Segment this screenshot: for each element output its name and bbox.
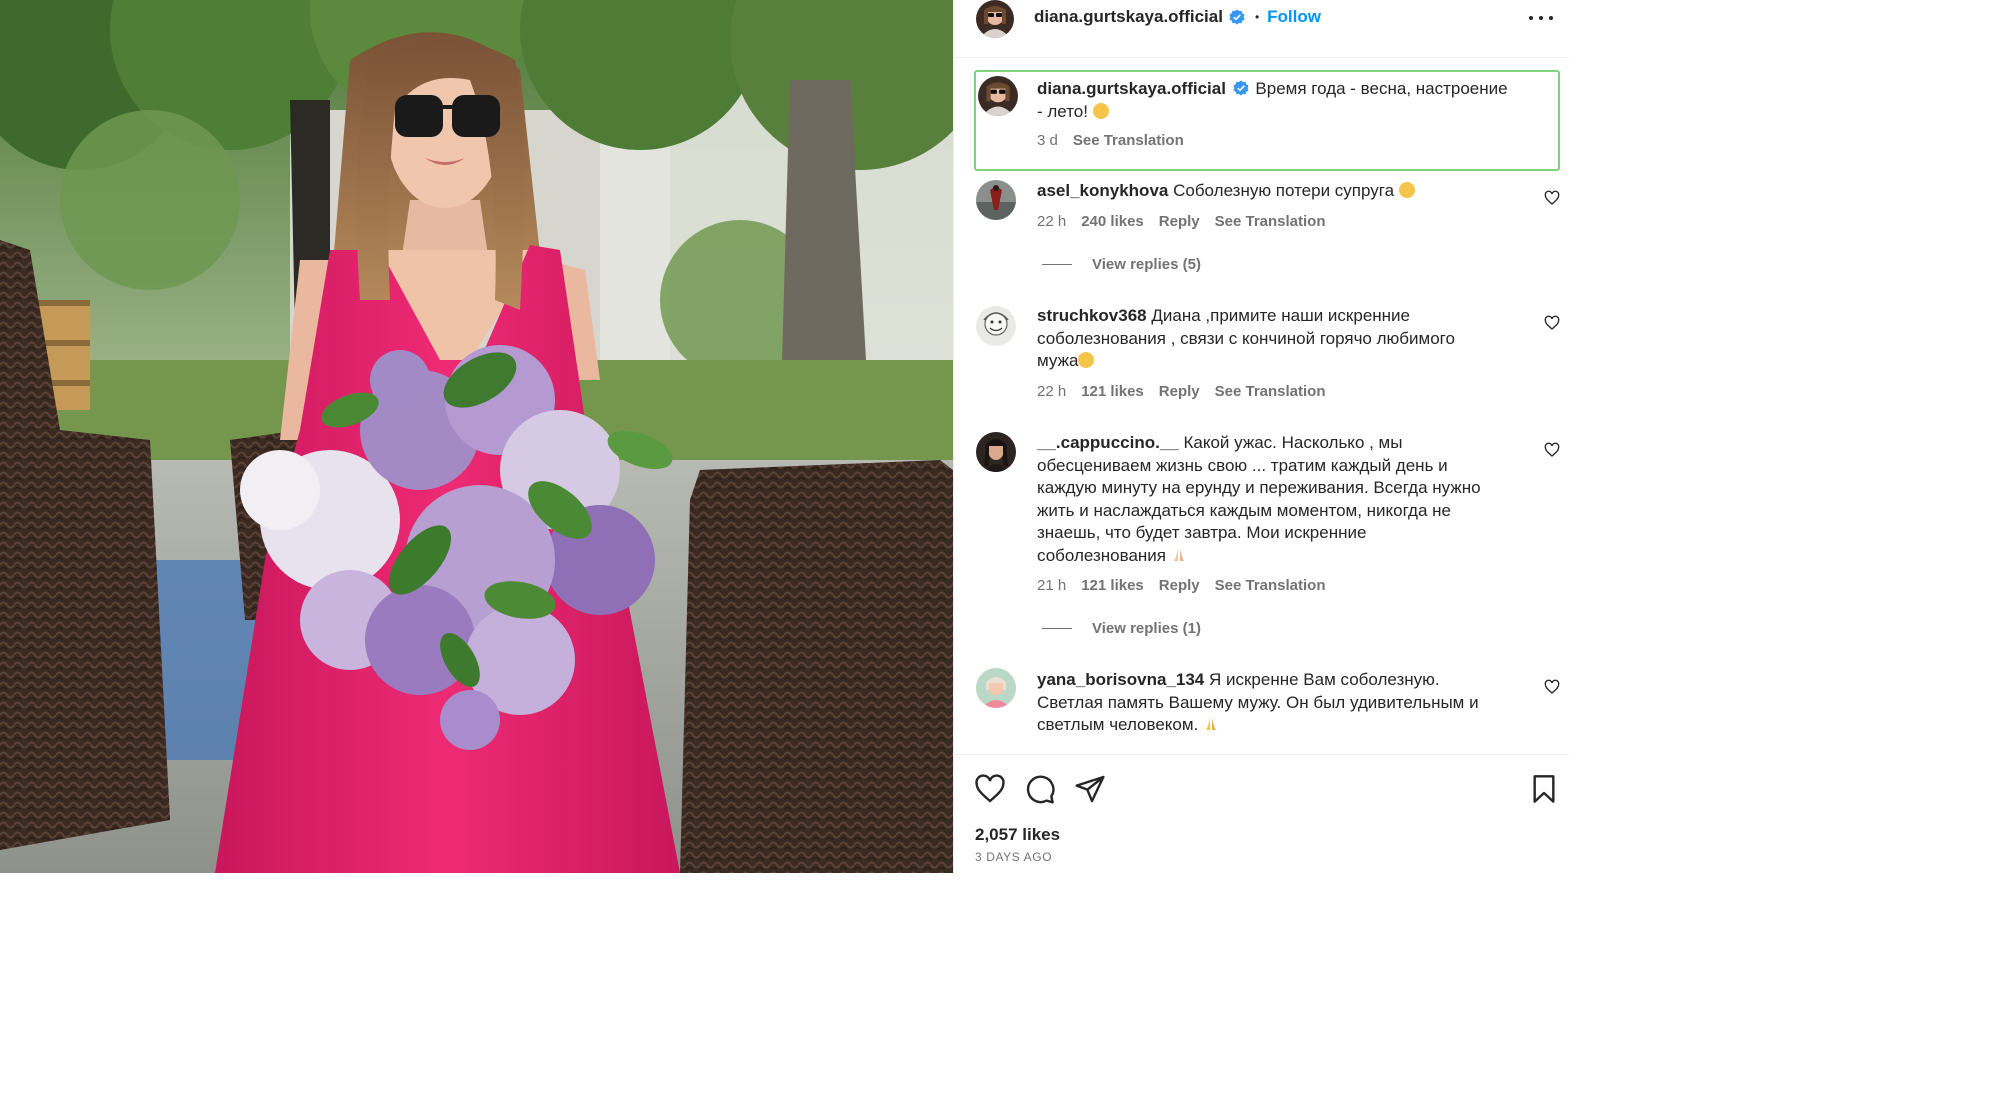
header-separator: •	[1254, 10, 1260, 24]
comment-text-line6: соболезнования	[1037, 545, 1166, 565]
comment-text-line3: светлым человеком.	[1037, 715, 1199, 734]
commenter-avatar[interactable]	[976, 306, 1016, 346]
follow-button[interactable]: Follow	[1267, 7, 1321, 27]
comment-text-line3: каждую минуту на ерунду и переживания. В…	[1037, 478, 1481, 497]
comment-time: 22 h	[1037, 383, 1067, 400]
praying-hands-emoji-icon	[1173, 548, 1184, 561]
commenter-username[interactable]: asel_konykhova	[1037, 181, 1168, 200]
commenter-avatar[interactable]	[976, 668, 1016, 708]
see-translation-button[interactable]: See Translation	[1215, 577, 1326, 594]
author-username[interactable]: diana.gurtskaya.official	[1034, 7, 1223, 27]
caption-see-translation[interactable]: See Translation	[1073, 132, 1184, 149]
comment-likes[interactable]: 121 likes	[1081, 383, 1144, 400]
commenter-username[interactable]: __.cappuccino.__	[1037, 433, 1179, 452]
caption-text-line1: Время года - весна, настроение	[1255, 79, 1508, 98]
verified-badge-icon	[1233, 80, 1249, 96]
see-translation-button[interactable]: See Translation	[1215, 213, 1326, 230]
praying-hands-emoji-icon	[1206, 718, 1217, 730]
comment-text: Соболезную потери супруга	[1173, 181, 1395, 200]
comment-text-line5: знаешь, что будет завтра. Мои искренние	[1037, 523, 1367, 542]
verified-badge-icon	[1229, 9, 1245, 25]
author-avatar[interactable]	[976, 0, 1014, 38]
reply-button[interactable]: Reply	[1159, 213, 1200, 230]
view-replies-button[interactable]: View replies (5)	[1092, 256, 1201, 273]
post-header: diana.gurtskaya.official • Follow	[954, 0, 1569, 58]
comment-likes[interactable]: 240 likes	[1081, 213, 1144, 230]
comment-time: 21 h	[1037, 577, 1067, 594]
post-date: 3 DAYS AGO	[975, 850, 1053, 864]
comment-text-line2: соболезнования , связи с кончиной горячо…	[1037, 328, 1455, 348]
comment-text-line1: Я искренне Вам соболезную.	[1209, 670, 1440, 689]
more-options-icon[interactable]	[1529, 10, 1553, 26]
comment-text-line2: обесцениваем жизнь свою ... тратим кажды…	[1037, 455, 1448, 475]
comment-icon[interactable]	[1024, 773, 1056, 805]
comment-text-line1: Диана ,примите наши искренние	[1151, 306, 1410, 325]
commenter-avatar[interactable]	[976, 180, 1016, 220]
likes-count[interactable]: 2,057 likes	[975, 825, 1060, 845]
comment-time: 22 h	[1037, 213, 1067, 230]
sad-emoji-icon	[1398, 182, 1415, 198]
comment-text-line3: мужа	[1037, 351, 1079, 370]
post-caption: diana.gurtskaya.official Время года - ве…	[974, 70, 1560, 171]
commenter-username[interactable]: yana_borisovna_134	[1037, 670, 1204, 689]
comment-text-line4: жить и наслаждаться каждым моментом, ник…	[1037, 500, 1452, 520]
comment-likes[interactable]: 121 likes	[1081, 577, 1144, 594]
comment-like-heart-icon[interactable]	[1544, 190, 1560, 206]
view-replies-button[interactable]: View replies (1)	[1092, 620, 1201, 637]
comment-like-heart-icon[interactable]	[1544, 315, 1560, 331]
commenter-avatar[interactable]	[976, 432, 1016, 472]
bookmark-icon[interactable]	[1528, 773, 1560, 805]
smile-emoji-icon	[1092, 102, 1109, 119]
comment-like-heart-icon[interactable]	[1544, 442, 1560, 458]
see-translation-button[interactable]: See Translation	[1215, 383, 1326, 400]
comment-like-heart-icon[interactable]	[1544, 679, 1560, 695]
caption-text-line2: - лето!	[1037, 101, 1088, 121]
reply-button[interactable]: Reply	[1159, 577, 1200, 594]
view-replies-line	[1042, 264, 1072, 265]
caption-username[interactable]: diana.gurtskaya.official	[1037, 79, 1226, 98]
caption-author-avatar[interactable]	[978, 76, 1018, 116]
comment-text-line2: Светлая память Вашему мужу. Он был удиви…	[1037, 692, 1479, 712]
heart-icon[interactable]	[974, 773, 1006, 805]
view-replies-line	[1042, 628, 1072, 629]
caption-time: 3 d	[1037, 132, 1058, 149]
commenter-username[interactable]: struchkov368	[1037, 306, 1147, 325]
reply-button[interactable]: Reply	[1159, 383, 1200, 400]
comment-text-line1: Какой ужас. Насколько , мы	[1183, 433, 1403, 452]
post-actions: 2,057 likes 3 DAYS AGO	[954, 754, 1569, 873]
post-side-panel: diana.gurtskaya.official • Follow diana.…	[953, 0, 1569, 873]
paper-plane-icon[interactable]	[1074, 773, 1106, 805]
sad-emoji-icon	[1078, 352, 1095, 368]
post-photo-image	[0, 0, 953, 873]
post-photo[interactable]	[0, 0, 953, 873]
